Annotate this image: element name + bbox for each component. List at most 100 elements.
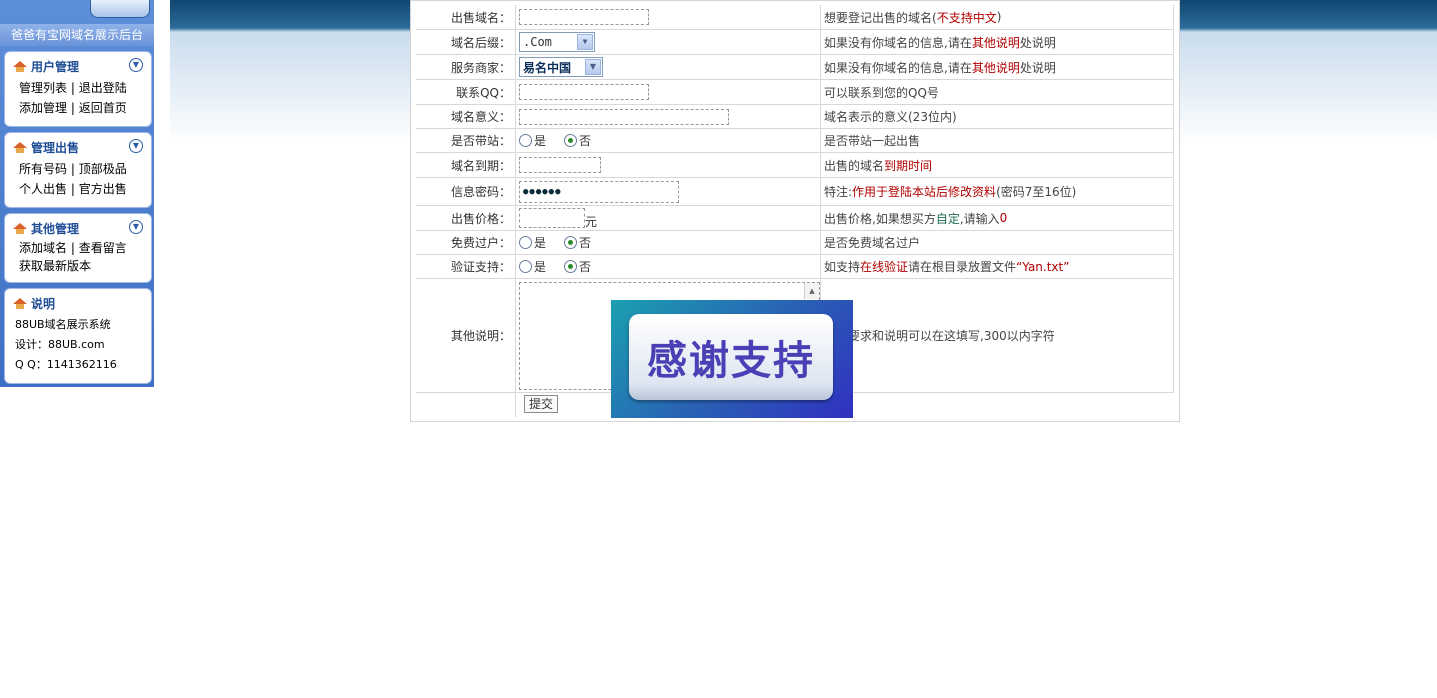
house-icon [13, 142, 27, 153]
link-all-numbers[interactable]: 所有号码 [19, 162, 67, 176]
panel-header[interactable]: 用户管理 [13, 58, 79, 75]
panel-header[interactable]: 管理出售 [13, 139, 79, 156]
field-label: 免费过户： [416, 231, 516, 254]
panel-links: 添加域名 | 查看留言 获取最新版本 [19, 239, 127, 275]
price-input[interactable] [519, 208, 585, 228]
link-official-sale[interactable]: 官方出售 [79, 182, 127, 196]
desc-highlight: 其他说明 [971, 35, 1020, 50]
link-top-premium[interactable]: 顶部极品 [79, 162, 127, 176]
house-icon [13, 61, 27, 72]
password-input[interactable]: ●●●●●● [519, 180, 679, 203]
panel-user-management: 用户管理 ▼ 管理列表 | 退出登陆 添加管理 | 返回首页 [4, 51, 152, 127]
field-desc: 可以联系到您的QQ号 [821, 80, 1174, 104]
row-password: 信息密码： ●●●●●● 特注: 作用于登陆本站后修改资料 (密码7至16位) [416, 178, 1174, 206]
row-price: 出售价格： 元 出售价格,如果想买方 自定 ,请输入 0 [416, 206, 1174, 231]
house-icon [13, 223, 27, 234]
radio-yes[interactable] [519, 236, 532, 249]
desc-text: 如支持 [824, 260, 861, 274]
link-add-admin[interactable]: 添加管理 [19, 101, 67, 115]
sidebar: 爸爸有宝网域名展示后台 用户管理 ▼ 管理列表 | 退出登陆 添加管理 | 返回… [0, 0, 154, 387]
link-add-domain[interactable]: 添加域名 [19, 241, 67, 255]
field-desc: 如果没有你域名的信息,请在 其他说明 处说明 [821, 30, 1174, 54]
expiry-input[interactable] [519, 157, 601, 173]
panel-links: 所有号码 | 顶部极品 个人出售 | 官方出售 [19, 159, 127, 199]
link-get-latest[interactable]: 获取最新版本 [19, 259, 91, 273]
desc-highlight: 不支持中文 [936, 10, 997, 25]
panel-other-management: 其他管理 ▼ 添加域名 | 查看留言 获取最新版本 [4, 213, 152, 283]
field-label: 出售域名： [416, 5, 516, 29]
suffix-select[interactable]: .Com ▼ [519, 32, 595, 52]
field-desc: 特注: 作用于登陆本站后修改资料 (密码7至16位) [821, 178, 1174, 205]
panel-info: 说明 88UB域名展示系统 设计：88UB.com Q Q：1141362116 [4, 288, 152, 384]
link-home[interactable]: 返回首页 [79, 101, 127, 115]
submit-button[interactable]: 提交 [524, 395, 559, 413]
desc-text: 处说明 [1019, 35, 1056, 50]
row-with-site: 是否带站： 是 否 是否带站一起出售 [416, 129, 1174, 153]
link-manage-list[interactable]: 管理列表 [19, 81, 67, 95]
panel-header[interactable]: 其他管理 [13, 220, 79, 237]
collapse-icon[interactable]: ▼ [129, 139, 143, 153]
field-label: 域名到期： [416, 153, 516, 177]
radio-yes[interactable] [519, 134, 532, 147]
info-line: Q Q：1141362116 [15, 358, 117, 371]
link-view-messages[interactable]: 查看留言 [79, 241, 127, 255]
price-unit: 元 [585, 214, 598, 229]
info-line: 设计：88UB.com [15, 338, 105, 351]
link-personal-sale[interactable]: 个人出售 [19, 182, 67, 196]
domain-input[interactable] [519, 9, 649, 25]
radio-no[interactable] [564, 260, 578, 273]
link-logout[interactable]: 退出登陆 [79, 81, 127, 95]
separator: | [70, 101, 75, 115]
desc-highlight: 作用于登陆本站后修改资料 [852, 185, 997, 199]
field-desc: 想要登记出售的域名(不支持中文) [821, 5, 1174, 29]
desc-text: 出售的域名 [824, 158, 885, 173]
separator: | [70, 182, 75, 196]
desc-text: 出售价格,如果想买方 [824, 211, 936, 226]
chevron-down-icon[interactable]: ▼ [577, 34, 593, 50]
suffix-value: .Com [523, 35, 552, 49]
desc-highlight: 0 [999, 211, 1008, 225]
radio-no[interactable] [564, 134, 578, 147]
field-label [416, 393, 516, 417]
radio-label: 否 [579, 134, 592, 148]
panel-sale-management: 管理出售 ▼ 所有号码 | 顶部极品 个人出售 | 官方出售 [4, 132, 152, 208]
field-desc: 是否免费域名过户 [821, 231, 1174, 254]
free-transfer-options: 是 否 [516, 231, 821, 254]
separator: | [70, 241, 75, 255]
desc-text: 特注: [824, 185, 853, 199]
info-line: 88UB域名展示系统 [15, 318, 111, 331]
panel-header: 说明 [13, 295, 55, 312]
scroll-up-icon[interactable]: ▲ [804, 282, 819, 299]
sidebar-title: 爸爸有宝网域名展示后台 [0, 24, 154, 46]
qq-input[interactable] [519, 84, 649, 100]
radio-yes[interactable] [519, 260, 532, 273]
desc-text: 请在根目录放置文件 [908, 260, 1017, 274]
chevron-down-icon[interactable]: ▼ [585, 59, 601, 75]
field-label: 服务商家： [416, 55, 516, 79]
desc-text: 如果没有你域名的信息,请在 [824, 60, 972, 75]
registrar-select[interactable]: 易名中国 ▼ [519, 57, 603, 77]
desc-text: 处说明 [1019, 60, 1056, 75]
verify-options: 是 否 [516, 255, 821, 278]
sidebar-top-button[interactable] [90, 0, 150, 18]
radio-label: 是 [534, 236, 547, 250]
price-group: 元 [516, 206, 821, 230]
radio-label: 否 [579, 260, 592, 274]
field-label: 信息密码： [416, 178, 516, 205]
radio-label: 是 [534, 134, 547, 148]
panel-title: 其他管理 [31, 222, 80, 236]
collapse-icon[interactable]: ▼ [129, 220, 143, 234]
desc-highlight: 其他说明 [971, 60, 1020, 75]
field-label: 其他说明： [416, 279, 516, 392]
row-meaning: 域名意义： 域名表示的意义(23位内) [416, 105, 1174, 129]
radio-no[interactable] [564, 236, 578, 249]
separator: | [70, 162, 75, 176]
radio-label: 是 [534, 260, 547, 274]
field-desc: 如果没有你域名的信息,请在 其他说明 处说明 [821, 55, 1174, 79]
field-label: 联系QQ： [416, 80, 516, 104]
collapse-icon[interactable]: ▼ [129, 58, 143, 72]
row-free-transfer: 免费过户： 是 否 是否免费域名过户 [416, 231, 1174, 255]
panel-title: 说明 [31, 297, 56, 311]
desc-highlight: 自定 [935, 211, 960, 226]
meaning-input[interactable] [519, 108, 729, 125]
